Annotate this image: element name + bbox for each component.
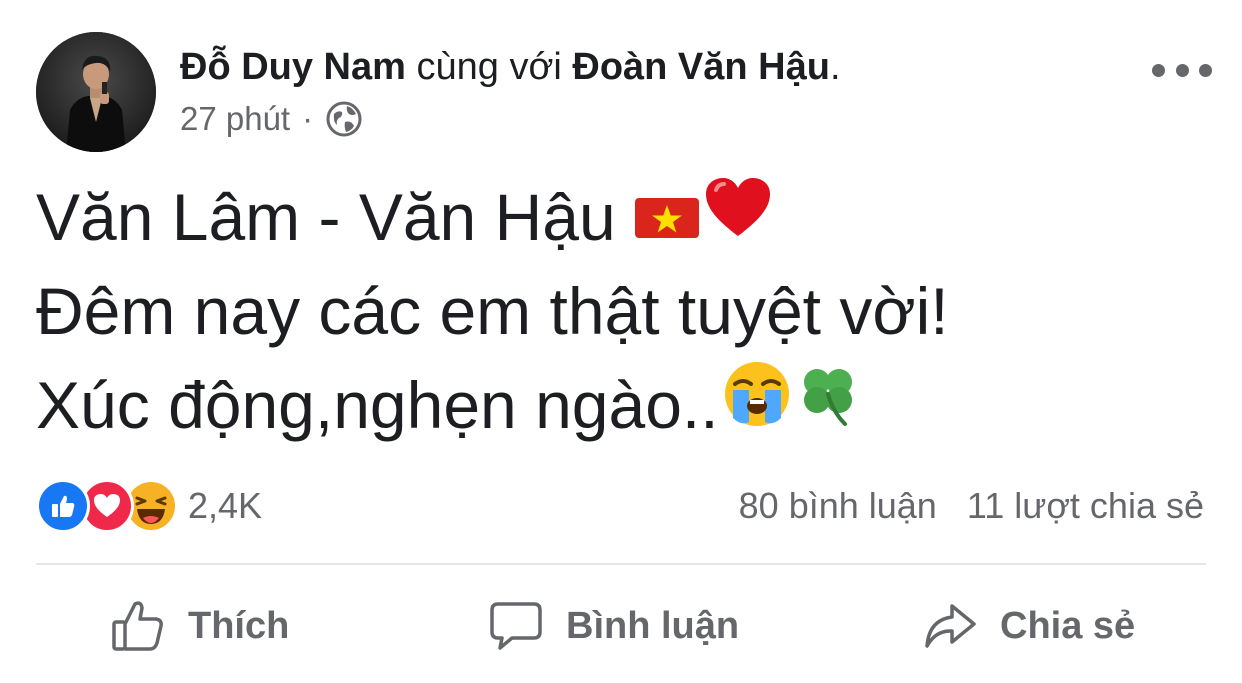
thumbs-up-icon [112,601,163,651]
vietnam-flag-icon [634,170,700,264]
like-reaction-icon [36,479,90,533]
red-heart-icon [704,170,772,264]
author-name-link[interactable]: Đỗ Duy Nam [180,46,406,88]
post-line-3-text: Xúc động,nghẹn ngào.. [36,368,719,442]
meta-separator: · [302,100,314,137]
post-stats: 80 bình luận 11 lượt chia sẻ [739,480,1204,532]
share-icon [925,604,976,648]
actions-divider [36,563,1206,565]
globe-icon[interactable] [325,100,363,138]
shamrock-icon [795,358,861,452]
comment-button-label: Bình luận [566,604,740,647]
reaction-count: 2,4K [188,485,263,526]
post-line-3: Xúc động,nghẹn ngào.. [36,358,949,452]
comment-count-link[interactable]: 80 bình luận [739,485,937,527]
post-line-1: Văn Lâm - Văn Hậu [36,170,949,264]
more-options-icon[interactable] [1152,56,1212,84]
with-text: cùng với [416,46,562,88]
header-period: . [829,46,841,88]
share-count-link[interactable]: 11 lượt chia sẻ [967,485,1204,527]
post-header: Đỗ Duy Nam cùng với Đoàn Văn Hậu. [180,44,841,90]
share-button-label: Chia sẻ [1000,604,1136,647]
post-meta: 27 phút · [180,98,363,140]
like-button-label: Thích [188,604,290,647]
like-button[interactable]: Thích [110,596,289,656]
post-body: Văn Lâm - Văn Hậu Đêm nay các em thật tu… [36,170,949,452]
post-line-1-text: Văn Lâm - Văn Hậu [36,180,616,254]
tagged-user-link[interactable]: Đoàn Văn Hậu [572,46,830,88]
comment-button[interactable]: Bình luận [488,596,739,656]
share-button[interactable]: Chia sẻ [922,596,1135,656]
author-avatar[interactable] [36,32,156,152]
crying-face-icon [723,358,791,452]
post-line-2: Đêm nay các em thật tuyệt vời! [36,264,949,358]
post-line-2-text: Đêm nay các em thật tuyệt vời! [36,274,949,348]
facebook-post: Đỗ Duy Nam cùng với Đoàn Văn Hậu. 27 phú… [0,0,1242,683]
post-timestamp[interactable]: 27 phút [180,98,290,140]
comment-icon [490,602,542,650]
reactions-summary[interactable]: 2,4K [36,479,263,533]
